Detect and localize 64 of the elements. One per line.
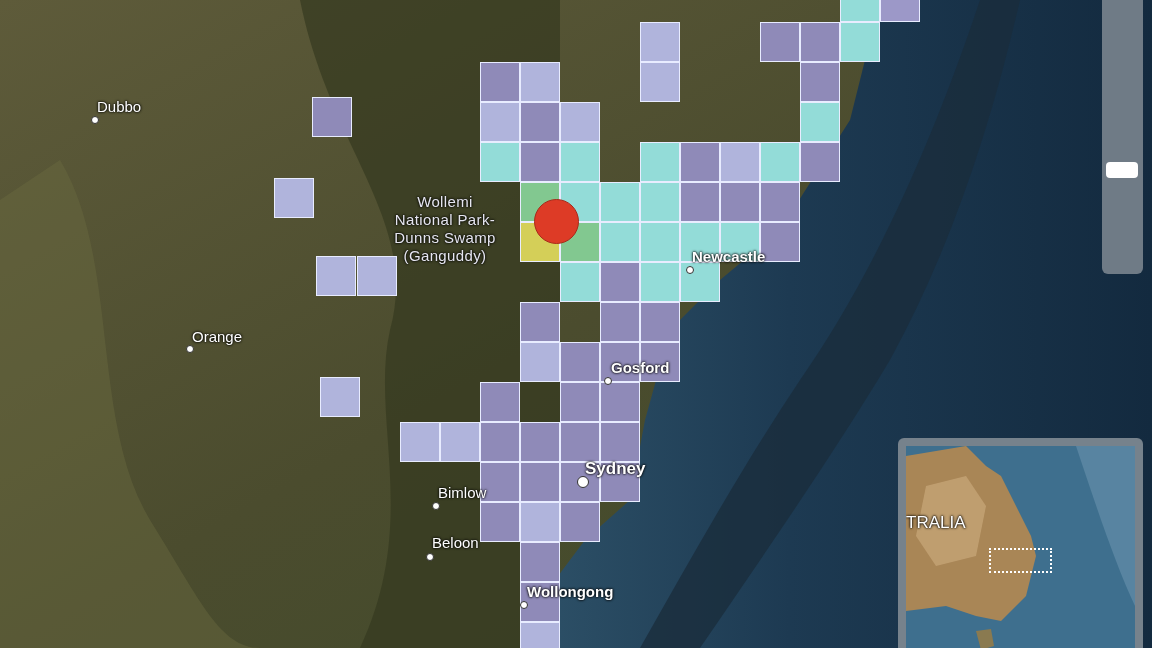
grid-cell[interactable] bbox=[800, 22, 840, 62]
grid-cell[interactable] bbox=[640, 302, 680, 342]
grid-cell[interactable] bbox=[480, 102, 520, 142]
grid-cell[interactable] bbox=[560, 102, 600, 142]
grid-cell[interactable] bbox=[600, 182, 640, 222]
zoom-slider[interactable] bbox=[1102, 0, 1143, 274]
country-label: TRALIA bbox=[906, 512, 966, 534]
grid-cell[interactable] bbox=[357, 256, 397, 296]
grid-cell[interactable] bbox=[520, 62, 560, 102]
park-label: Wollemi National Park-Dunns Swamp (Ganguddy) bbox=[393, 193, 497, 265]
grid-cell[interactable] bbox=[520, 462, 560, 502]
grid-cell[interactable] bbox=[640, 62, 680, 102]
grid-cell[interactable] bbox=[760, 22, 800, 62]
grid-cell[interactable] bbox=[480, 382, 520, 422]
grid-cell[interactable] bbox=[520, 502, 560, 542]
grid-cell[interactable] bbox=[480, 502, 520, 542]
grid-cell[interactable] bbox=[316, 256, 356, 296]
place-label: Beloon bbox=[432, 533, 479, 553]
grid-cell[interactable] bbox=[560, 422, 600, 462]
grid-cell[interactable] bbox=[600, 422, 640, 462]
grid-cell[interactable] bbox=[560, 142, 600, 182]
grid-cell[interactable] bbox=[480, 422, 520, 462]
grid-cell[interactable] bbox=[800, 62, 840, 102]
grid-cell[interactable] bbox=[520, 142, 560, 182]
slider-thumb[interactable] bbox=[1106, 161, 1138, 178]
grid-cell[interactable] bbox=[680, 262, 720, 302]
place-label: Dubbo bbox=[97, 97, 142, 117]
grid-cell[interactable] bbox=[560, 342, 600, 382]
grid-cell[interactable] bbox=[840, 22, 880, 62]
grid-cell[interactable] bbox=[600, 382, 640, 422]
grid-cell[interactable] bbox=[720, 182, 760, 222]
grid-cell[interactable] bbox=[440, 422, 480, 462]
grid-cell[interactable] bbox=[274, 178, 314, 218]
grid-cell[interactable] bbox=[680, 142, 720, 182]
grid-cell[interactable] bbox=[312, 97, 352, 137]
grid-cell[interactable] bbox=[640, 22, 680, 62]
grid-cell[interactable] bbox=[560, 262, 600, 302]
grid-cell[interactable] bbox=[680, 182, 720, 222]
grid-cell[interactable] bbox=[560, 502, 600, 542]
grid-cell[interactable] bbox=[760, 182, 800, 222]
grid-cell[interactable] bbox=[800, 102, 840, 142]
grid-cell[interactable] bbox=[560, 382, 600, 422]
grid-cell[interactable] bbox=[520, 422, 560, 462]
viewport-rectangle[interactable] bbox=[989, 548, 1052, 573]
inset-map[interactable]: TRALIA bbox=[898, 438, 1143, 648]
grid-cell[interactable] bbox=[400, 422, 440, 462]
grid-cell[interactable] bbox=[760, 142, 800, 182]
grid-cell[interactable] bbox=[480, 62, 520, 102]
grid-cell[interactable] bbox=[520, 102, 560, 142]
place-label: Orange bbox=[192, 327, 243, 347]
grid-cell[interactable] bbox=[600, 222, 640, 262]
grid-cell[interactable] bbox=[600, 302, 640, 342]
grid-cell[interactable] bbox=[640, 222, 680, 262]
grid-cell[interactable] bbox=[520, 302, 560, 342]
grid-cell[interactable] bbox=[480, 142, 520, 182]
grid-cell[interactable] bbox=[640, 142, 680, 182]
grid-cell[interactable] bbox=[520, 342, 560, 382]
grid-cell[interactable] bbox=[720, 142, 760, 182]
grid-cell[interactable] bbox=[600, 262, 640, 302]
grid-cell[interactable] bbox=[640, 182, 680, 222]
grid-cell[interactable] bbox=[320, 377, 360, 417]
grid-cell[interactable] bbox=[520, 542, 560, 582]
grid-cell[interactable] bbox=[800, 142, 840, 182]
grid-cell[interactable] bbox=[640, 262, 680, 302]
